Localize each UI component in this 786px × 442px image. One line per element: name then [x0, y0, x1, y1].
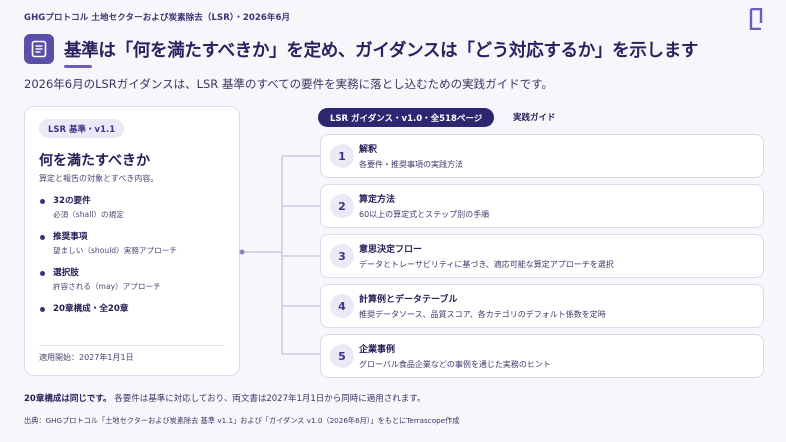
step-card: 1 解釈 各要件・推奨事項の実践方法	[320, 134, 764, 178]
step-card: 4 計算例とデータテーブル 推奨データソース、品質スコア、各カテゴリのデフォルト…	[320, 284, 764, 328]
step-card: 5 企業事例 グローバル食品企業などの事例を通じた実務のヒント	[320, 334, 764, 378]
step-number: 2	[330, 194, 354, 218]
step-desc: 60以上の算定式とステップ別の手順	[359, 210, 490, 219]
guidance-steps: 1 解釈 各要件・推奨事項の実践方法 2 算定方法 60以上の算定式とステップ別…	[320, 134, 764, 384]
list-item-desc: 許容される（may）アプローチ	[53, 282, 161, 291]
standard-card-title: 何を満たすべきか	[39, 153, 151, 169]
list-item: 選択肢 許容される（may）アプローチ	[39, 267, 229, 293]
step-heading: 解釈	[359, 145, 378, 155]
guidance-label: 実践ガイド	[513, 113, 556, 123]
list-item-heading: 推奨事項	[53, 232, 88, 242]
list-item-heading: 選択肢	[53, 268, 79, 278]
list-item: 20章構成・全20章	[39, 303, 229, 316]
footnote-bold: 20章構成は同じです。	[24, 394, 112, 404]
card-divider	[39, 345, 225, 346]
page-subtitle: 2026年6月のLSRガイダンスは、LSR 基準のすべての要件を実務に落とし込む…	[24, 77, 554, 91]
step-desc: 推奨データソース、品質スコア、各カテゴリのデフォルト係数を定時	[359, 310, 606, 319]
step-desc: 各要件・推奨事項の実践方法	[359, 160, 463, 169]
page-title: 基準は「何を満たすべきか」を定め、ガイダンスは「どう対応するか」を示します	[64, 40, 699, 61]
standard-list: 32の要件 必須（shall）の規定 推奨事項 望ましい（should）実務アプ…	[39, 195, 229, 326]
list-item: 推奨事項 望ましい（should）実務アプローチ	[39, 231, 229, 257]
step-card: 3 意思決定フロー データとトレーサビリティに基づき、適応可能な算定アプローチを…	[320, 234, 764, 278]
list-item-heading: 32の要件	[53, 196, 91, 206]
bullet-icon	[40, 307, 45, 312]
effective-date: 適用開始：2027年1月1日	[39, 353, 134, 362]
step-desc: データとトレーサビリティに基づき、適応可能な算定アプローチを選択	[359, 260, 614, 269]
step-heading: 意思決定フロー	[359, 245, 423, 255]
step-heading: 計算例とデータテーブル	[359, 295, 458, 305]
step-desc: グローバル食品企業などの事例を通じた実務のヒント	[359, 360, 551, 369]
bullet-icon	[40, 235, 45, 240]
footnote: 20章構成は同じです。 各要件は基準に対応しており、両文書は2027年1月1日か…	[24, 392, 425, 404]
brand-logo-icon	[749, 8, 763, 30]
list-item-desc: 望ましい（should）実務アプローチ	[53, 246, 177, 255]
document-icon	[24, 34, 54, 64]
connector-lines	[239, 155, 320, 355]
standard-badge: LSR 基準・v1.1	[39, 119, 125, 138]
title-underline	[64, 65, 92, 68]
footnote-text: 各要件は基準に対応しており、両文書は2027年1月1日から同時に適用されます。	[114, 394, 426, 404]
standard-card-subtitle: 算定と報告の対象とすべき内容。	[39, 174, 159, 183]
step-heading: 算定方法	[359, 195, 396, 205]
step-number: 4	[330, 294, 354, 318]
bullet-icon	[40, 199, 45, 204]
source-citation: 出典：GHGプロトコル「土地セクターおよび炭素除去 基準 v1.1」および「ガイ…	[24, 416, 460, 425]
standard-card: LSR 基準・v1.1 何を満たすべきか 算定と報告の対象とすべき内容。 32の…	[24, 106, 240, 376]
bullet-icon	[40, 271, 45, 276]
list-item-heading: 20章構成・全20章	[53, 304, 129, 314]
step-number: 1	[330, 144, 354, 168]
guidance-badge: LSR ガイダンス・v1.0・全518ページ	[318, 108, 495, 127]
step-number: 5	[330, 344, 354, 368]
step-number: 3	[330, 244, 354, 268]
step-heading: 企業事例	[359, 345, 396, 355]
breadcrumb: GHGプロトコル 土地セクターおよび炭素除去（LSR）・2026年6月	[24, 13, 291, 23]
list-item: 32の要件 必須（shall）の規定	[39, 195, 229, 221]
list-item-desc: 必須（shall）の規定	[53, 210, 124, 219]
step-card: 2 算定方法 60以上の算定式とステップ別の手順	[320, 184, 764, 228]
